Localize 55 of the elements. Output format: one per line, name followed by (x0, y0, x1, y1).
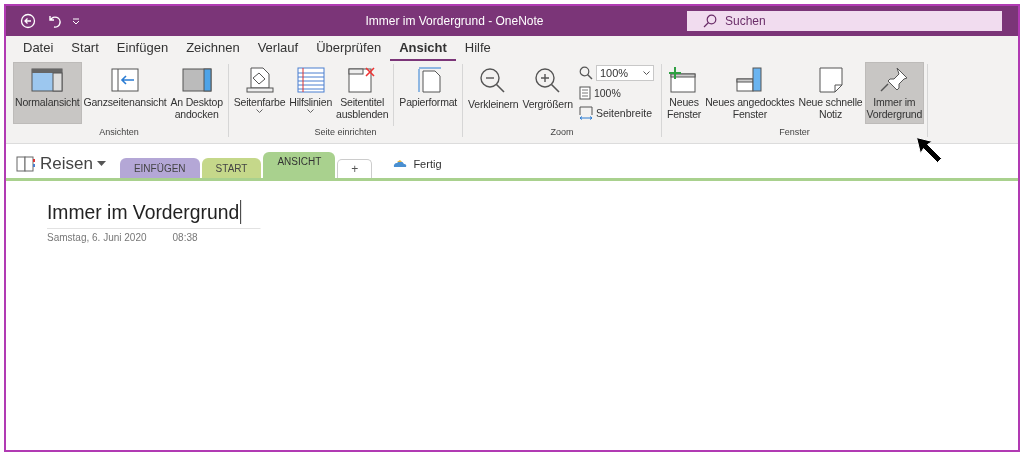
cloud-sync-icon (392, 158, 409, 169)
ribbon-button[interactable]: Ganzseitenansicht (81, 62, 169, 124)
ribbon-button[interactable]: Hilfslinien (287, 62, 335, 124)
zoom-100-button[interactable]: 100% (578, 83, 654, 102)
menu-tab[interactable]: Datei (14, 40, 63, 61)
menu-tab[interactable]: Einfügen (107, 40, 178, 61)
ribbon-button[interactable]: Immer im Vordergrund (864, 62, 925, 124)
sync-status: Fertig (413, 157, 442, 170)
menu-tab[interactable]: Zeichnen (177, 40, 249, 61)
dropdown-caret-icon[interactable] (96, 161, 106, 166)
notebook-name[interactable]: Reisen (40, 153, 93, 174)
group-label: Zoom (550, 127, 574, 137)
ribbon-button[interactable]: Verkleinern (466, 62, 521, 124)
ribbon-button[interactable]: Normalansicht (13, 62, 82, 124)
normal-view-icon (30, 66, 65, 94)
menu-tab[interactable]: Verlauf (248, 40, 308, 61)
ribbon-button[interactable]: An Desktop andocken (168, 62, 225, 124)
ribbon-button[interactable]: Papierformat (397, 62, 460, 124)
back-icon[interactable] (20, 13, 36, 29)
search-field[interactable]: Suchen (687, 11, 1002, 31)
ribbon-button[interactable]: Seitenfarbe (231, 62, 288, 124)
window-title: Immer im Vordergrund - OneNote (364, 14, 545, 28)
chevron-icon (256, 109, 264, 113)
page-width-button[interactable]: Seitenbreite (578, 103, 654, 122)
menu-tab[interactable]: Hilfe (455, 40, 500, 61)
section-tab[interactable]: START (201, 158, 262, 178)
search-icon (703, 14, 717, 28)
page-width-icon (578, 105, 593, 120)
customize-toolbar-icon[interactable] (72, 17, 80, 25)
ribbon-button[interactable]: Neues Fenster (664, 62, 704, 124)
group-label: Ansichten (99, 127, 139, 137)
page-date: Samstag, 6. Juni 2020 (47, 232, 147, 243)
ribbon-button[interactable]: Neues angedocktes Fenster (703, 62, 797, 124)
menu-tab[interactable]: Start (62, 40, 108, 61)
ribbon-button[interactable]: Neue schnelle Notiz (796, 62, 865, 124)
group-label: Fenster (779, 127, 810, 137)
chevron-icon (307, 109, 315, 113)
zoom-combo-box[interactable]: 100% (595, 64, 654, 81)
menu-tab[interactable]: Überprüfen (307, 40, 391, 61)
section-tab[interactable]: ANSICHT (263, 152, 336, 178)
mouse-pointer-icon (916, 137, 944, 164)
page-title[interactable]: Immer im Vordergrund (47, 200, 240, 224)
page-icon (578, 85, 591, 100)
full-page-icon (108, 66, 142, 94)
add-section-tab[interactable]: + (337, 159, 373, 178)
dock-window-icon (179, 66, 214, 94)
section-tab[interactable]: EINFÜGEN (119, 158, 200, 178)
chevron-icon (642, 70, 650, 75)
ribbon-button[interactable]: Seitentitel ausblenden (334, 62, 391, 124)
ribbon-button[interactable]: Vergrößern (520, 62, 575, 124)
page-time: 08:38 (172, 232, 198, 243)
zoom-icon (578, 65, 593, 80)
notebook-icon[interactable] (16, 154, 36, 173)
undo-icon[interactable] (46, 13, 62, 29)
group-label: Seite einrichten (314, 127, 377, 137)
